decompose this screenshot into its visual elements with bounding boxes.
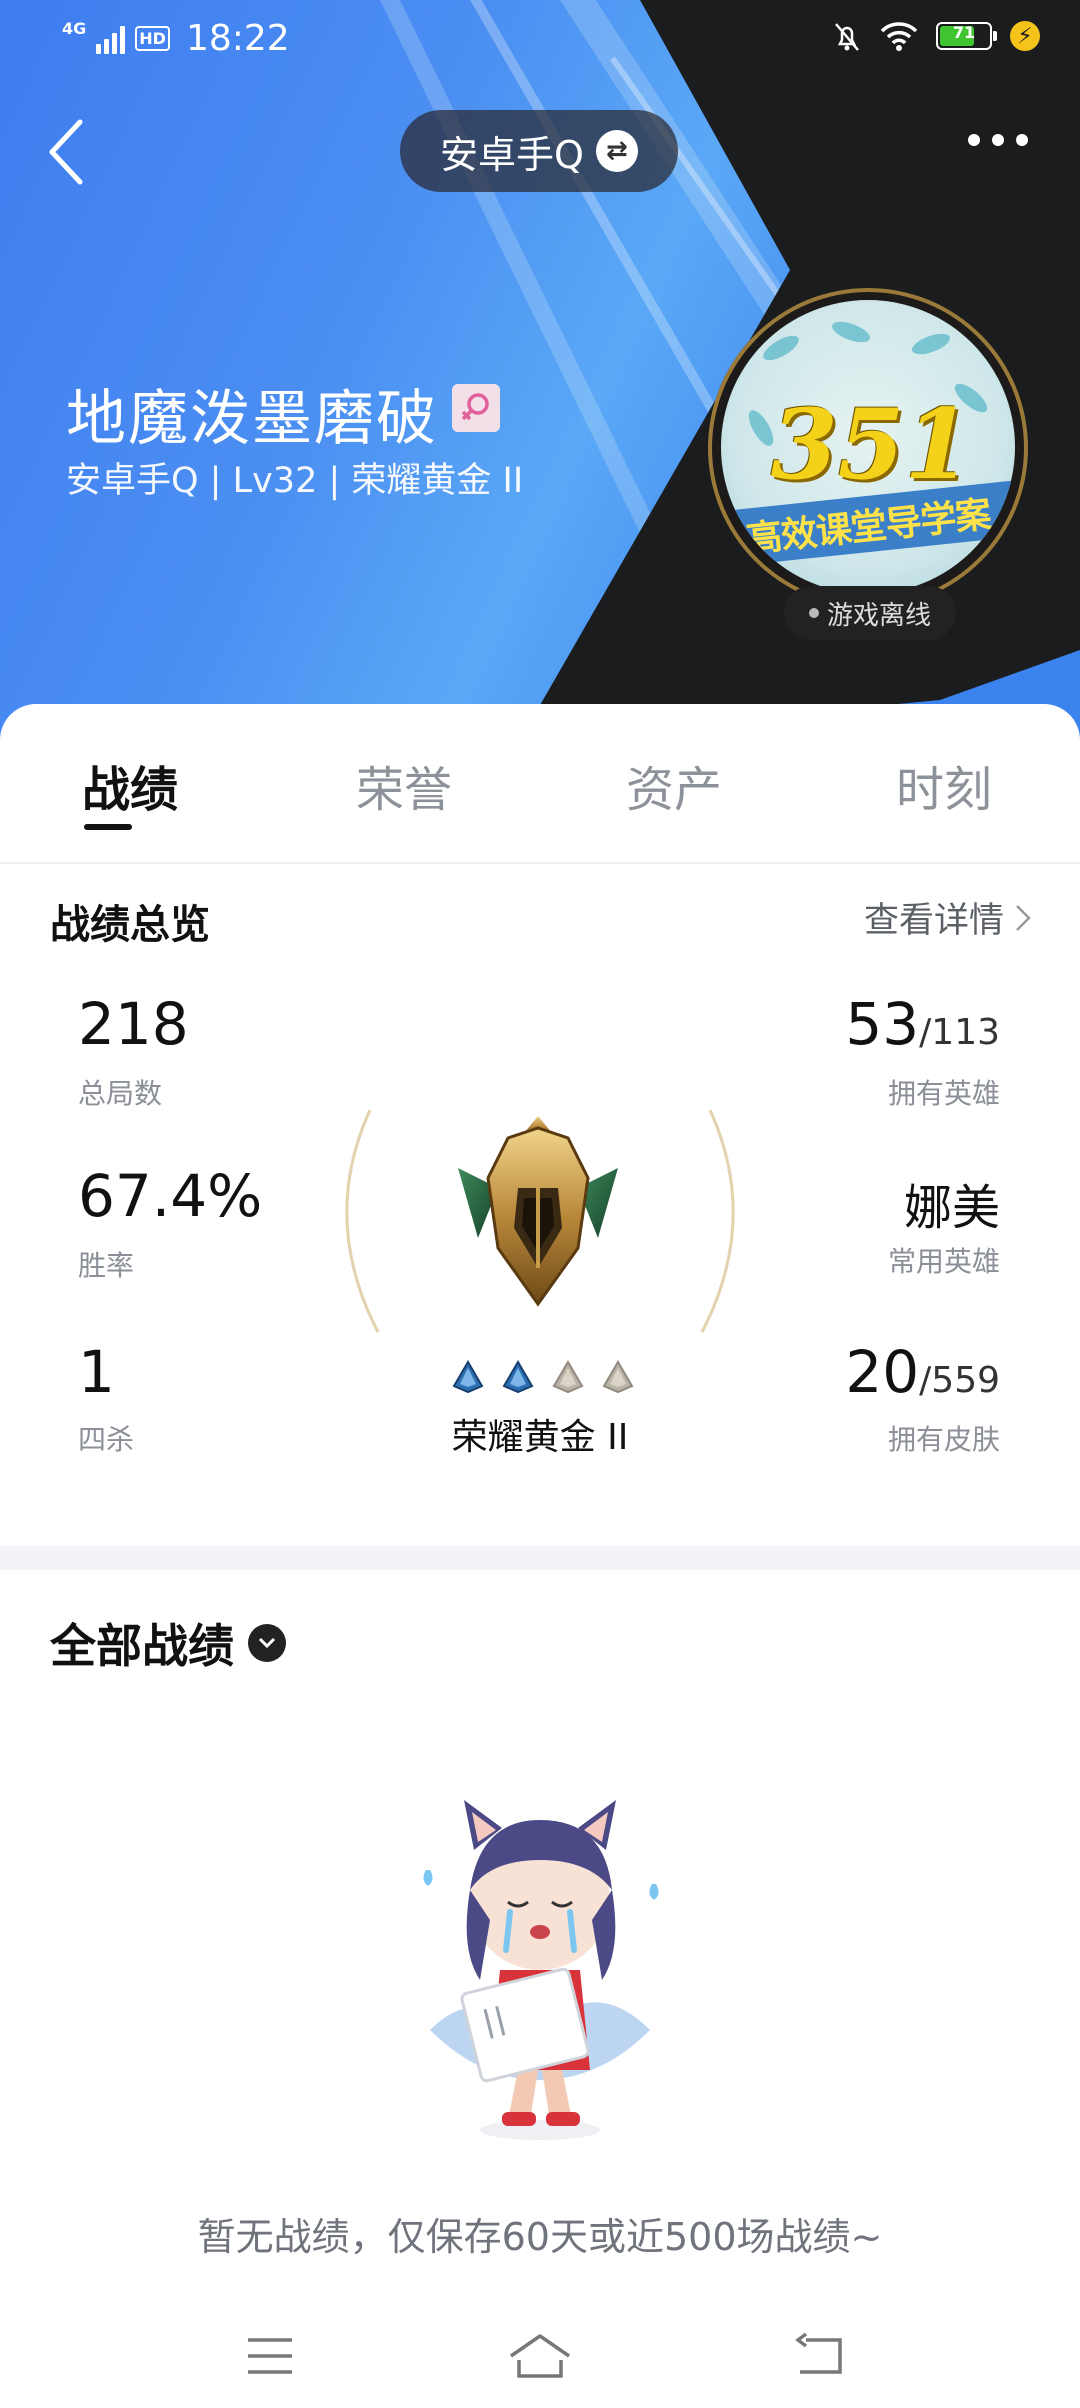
- rank-diamond-empty-icon: [602, 1360, 634, 1394]
- all-records-filter[interactable]: 全部战绩: [50, 1610, 286, 1676]
- skins-owned-label: 拥有皮肤: [887, 1423, 1000, 1456]
- section-divider: [0, 1546, 1080, 1570]
- gold-rank-emblem: [458, 1116, 618, 1307]
- tab-bar: 战绩 荣誉 资产 时刻: [0, 704, 1080, 864]
- account-switch-button[interactable]: 安卓手Q ⇄: [400, 110, 678, 192]
- system-nav-bar: [0, 2300, 1080, 2408]
- account-switch-label: 安卓手Q: [440, 132, 584, 177]
- avatar[interactable]: 351 高效课堂导学案: [721, 300, 1015, 594]
- heroes-owned-count: 53: [845, 990, 920, 1058]
- status-time: 18:22: [185, 18, 290, 59]
- heroes-owned-total: /113: [919, 1012, 1000, 1053]
- status-left: 4G HD 18:22: [62, 18, 290, 59]
- tab-honors[interactable]: 荣誉: [356, 750, 452, 820]
- status-dot: [808, 608, 819, 618]
- back-icon[interactable]: [40, 112, 100, 192]
- heroes-owned-value: 53/113: [845, 990, 1000, 1058]
- hd-icon: HD: [135, 26, 170, 51]
- view-details-link[interactable]: 查看详情: [864, 892, 1032, 943]
- player-name: 地魔泼墨磨破: [66, 384, 438, 454]
- back-nav-icon[interactable]: [790, 2326, 850, 2386]
- overview-title: 战绩总览: [50, 902, 210, 948]
- player-meta: 安卓手Q | Lv32 | 荣耀黄金 II: [66, 461, 524, 501]
- signal-icon: [96, 24, 126, 54]
- rank-diamonds: [452, 1360, 634, 1394]
- tab-records[interactable]: 战绩: [82, 750, 178, 820]
- wifi-icon: [880, 22, 918, 51]
- rank-diamond-filled-icon: [502, 1360, 534, 1394]
- online-status-badge: 游戏离线: [784, 586, 956, 640]
- more-options-icon[interactable]: [968, 134, 1028, 146]
- tab-active-indicator: [84, 824, 132, 830]
- battery-level: 71: [952, 23, 976, 42]
- rank-diamond-filled-icon: [452, 1360, 484, 1394]
- view-details-label: 查看详情: [863, 901, 1004, 941]
- network-type: 4G: [62, 18, 87, 38]
- skins-owned-total: /559: [919, 1360, 1000, 1401]
- rank-name: 荣耀黄金 II: [451, 1417, 629, 1458]
- home-icon[interactable]: [505, 2326, 575, 2386]
- status-right: 71 ⚡: [832, 20, 1040, 52]
- status-bar: 4G HD 18:22 71 ⚡: [0, 0, 1080, 80]
- mute-bell-icon: [835, 23, 859, 51]
- empty-state-message: 暂无战绩，仅保存60天或近500场战绩~: [197, 2215, 883, 2259]
- quadra-kills-label: 四杀: [78, 1423, 135, 1456]
- menu-icon[interactable]: [240, 2326, 300, 2386]
- online-status-text: 游戏离线: [826, 600, 931, 631]
- female-gender-icon: [452, 384, 500, 432]
- total-games-value: 218: [78, 990, 189, 1058]
- empty-state-illustration: [423, 1800, 659, 2140]
- tab-assets[interactable]: 资产: [626, 750, 722, 820]
- chevron-down-icon: [248, 1624, 286, 1662]
- tab-moments[interactable]: 时刻: [896, 750, 992, 820]
- chevron-right-icon: [1016, 904, 1031, 931]
- rank-diamond-empty-icon: [552, 1360, 584, 1394]
- all-records-title: 全部战绩: [50, 1619, 234, 1673]
- battery-icon: 71: [936, 22, 997, 50]
- charging-icon: ⚡: [1010, 21, 1040, 51]
- avatar-number: 351: [770, 388, 972, 501]
- swap-icon: ⇄: [595, 130, 638, 172]
